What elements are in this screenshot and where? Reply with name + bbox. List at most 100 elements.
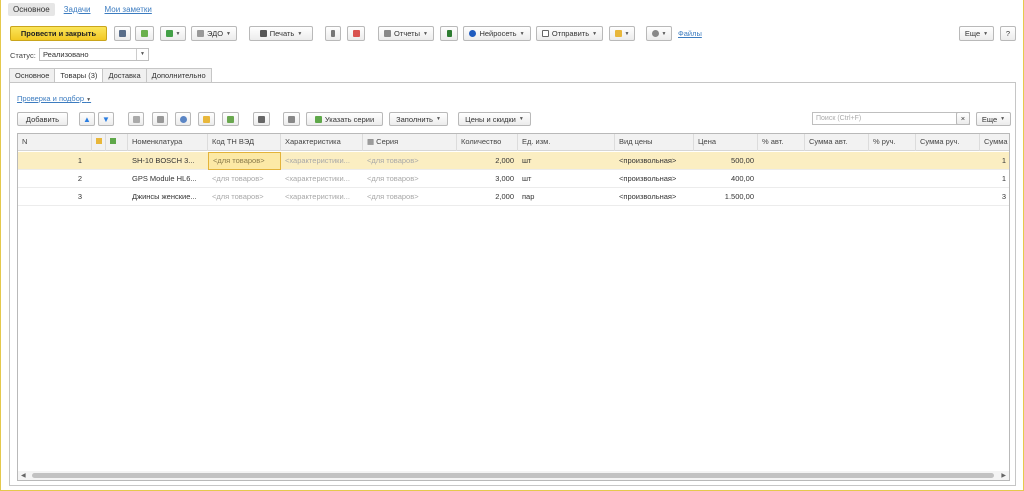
neuro-button[interactable]: Нейросеть ▼ xyxy=(463,26,531,41)
set-series-button[interactable]: Указать серии xyxy=(306,112,383,126)
goods-table[interactable]: N Номенклатура Код ТН ВЭД Характеристика… xyxy=(17,133,1010,481)
pick-goods-button[interactable] xyxy=(198,112,215,126)
move-up-button[interactable]: ▲ xyxy=(79,112,95,126)
nav-tab-main[interactable]: Основное xyxy=(8,2,55,16)
print-button[interactable]: Печать ▼ xyxy=(249,26,313,41)
cell-tnved[interactable]: <для товаров> xyxy=(208,188,281,206)
horizontal-scrollbar[interactable]: ◀ ▶ xyxy=(18,471,1009,480)
tab-delivery[interactable]: Доставка xyxy=(102,68,147,82)
run-button[interactable] xyxy=(440,26,458,41)
cell-characteristic[interactable]: <характеристики... xyxy=(281,188,363,206)
more-actions-button[interactable]: Еще ▼ xyxy=(959,26,994,41)
cell-unit[interactable]: шт xyxy=(518,170,615,188)
col-series[interactable]: ▦ Серия xyxy=(363,134,457,151)
fill-button[interactable]: Заполнить ▼ xyxy=(389,112,448,126)
cell-tnved[interactable]: <для товаров> xyxy=(208,170,281,188)
dt-kt-button[interactable] xyxy=(347,26,365,41)
col-manual-pct[interactable]: % руч. xyxy=(869,134,916,151)
table-row[interactable]: 1 SH-10 BOSCH 3... <для товаров> <характ… xyxy=(18,152,1009,170)
post-document-icon xyxy=(141,30,148,37)
send-button[interactable]: Отправить ▼ xyxy=(536,26,603,41)
scroll-left-icon[interactable]: ◀ xyxy=(21,472,26,479)
table-row[interactable]: 2 GPS Module HL6... <для товаров> <харак… xyxy=(18,170,1009,188)
save-button[interactable] xyxy=(114,26,131,41)
col-n[interactable]: N xyxy=(18,134,92,151)
print-label: Печать xyxy=(269,29,295,38)
help-button[interactable]: ? xyxy=(1000,26,1016,41)
col-item[interactable]: Номенклатура xyxy=(128,134,208,151)
cell-tnved[interactable]: <для товаров> xyxy=(208,152,281,170)
move-down-button[interactable]: ▼ xyxy=(98,112,114,126)
cell-item[interactable]: Джинсы женские... xyxy=(128,188,208,206)
cell-price-type[interactable]: <произвольная> xyxy=(615,152,694,170)
tab-additional[interactable]: Дополнительно xyxy=(145,68,212,82)
clear-search-button[interactable]: × xyxy=(956,112,970,125)
cell-price[interactable]: 500,00 xyxy=(694,152,758,170)
cell-sum[interactable]: 3 xyxy=(980,188,1009,206)
cell-quantity[interactable]: 2,000 xyxy=(457,152,518,170)
tasks-button[interactable]: ▼ xyxy=(609,26,635,41)
post-and-close-button[interactable]: Провести и закрыть xyxy=(10,26,107,41)
nav-tab-tasks[interactable]: Задачи xyxy=(59,3,96,16)
col-sum[interactable]: Сумма xyxy=(980,134,1009,151)
paste-rows-button[interactable] xyxy=(152,112,168,126)
cell-sum[interactable]: 1 xyxy=(980,152,1009,170)
cell-price-type[interactable]: <произвольная> xyxy=(615,170,694,188)
cell-sum[interactable]: 1 xyxy=(980,170,1009,188)
calculator-button[interactable] xyxy=(283,112,300,126)
prices-discounts-button[interactable]: Цены и скидки ▼ xyxy=(458,112,531,126)
reports-button[interactable]: Отчеты ▼ xyxy=(378,26,434,41)
table-row[interactable]: 3 Джинсы женские... <для товаров> <харак… xyxy=(18,188,1009,206)
post-button[interactable] xyxy=(135,26,154,41)
check-and-pick-link[interactable]: Проверка и подбор ▼ xyxy=(17,94,91,103)
chevron-down-icon: ▼ xyxy=(422,30,428,37)
cell-item[interactable]: SH-10 BOSCH 3... xyxy=(128,152,208,170)
col-quantity[interactable]: Количество xyxy=(457,134,518,151)
tab-goods[interactable]: Товары (3) xyxy=(54,68,104,83)
copy-rows-button[interactable] xyxy=(128,112,144,126)
col-price[interactable]: Цена xyxy=(694,134,758,151)
cell-price[interactable]: 400,00 xyxy=(694,170,758,188)
create-based-on-button[interactable]: ▼ xyxy=(160,26,186,41)
add-row-label: Добавить xyxy=(25,114,60,124)
cell-series[interactable]: <для товаров> xyxy=(363,188,457,206)
cell-price[interactable]: 1.500,00 xyxy=(694,188,758,206)
cell-characteristic[interactable]: <характеристики... xyxy=(281,152,363,170)
add-row-button[interactable]: Добавить xyxy=(17,112,68,126)
cell-item[interactable]: GPS Module HL6... xyxy=(128,170,208,188)
dt-kt-icon xyxy=(352,30,360,37)
goods-more-button[interactable]: Еще ▼ xyxy=(976,112,1011,126)
status-select[interactable]: Реализовано ▼ xyxy=(39,48,149,61)
load-from-file-button[interactable] xyxy=(253,112,270,126)
cell-quantity[interactable]: 2,000 xyxy=(457,188,518,206)
add-by-barcode-button[interactable] xyxy=(222,112,239,126)
cell-series[interactable]: <для товаров> xyxy=(363,170,457,188)
edo-button[interactable]: ЭДО ▼ xyxy=(191,26,237,41)
cell-series[interactable]: <для товаров> xyxy=(363,152,457,170)
cell-unit[interactable]: шт xyxy=(518,152,615,170)
col-manual-sum[interactable]: Сумма руч. xyxy=(916,134,980,151)
top-navigation: Основное Задачи Мои заметки xyxy=(8,2,157,16)
search-input[interactable]: Поиск (Ctrl+F) xyxy=(812,112,970,125)
structure-button[interactable] xyxy=(325,26,341,41)
scroll-right-icon[interactable]: ▶ xyxy=(1001,472,1006,479)
files-link[interactable]: Файлы xyxy=(678,29,702,38)
split-row-button[interactable] xyxy=(175,112,191,126)
col-auto-sum[interactable]: Сумма авт. xyxy=(805,134,869,151)
chevron-down-icon[interactable]: ▼ xyxy=(136,49,148,60)
col-unit[interactable]: Ед. изм. xyxy=(518,134,615,151)
cell-characteristic[interactable]: <характеристики... xyxy=(281,170,363,188)
cell-unit[interactable]: пар xyxy=(518,188,615,206)
cell-quantity[interactable]: 3,000 xyxy=(457,170,518,188)
tab-main[interactable]: Основное xyxy=(9,68,56,82)
col-tnved[interactable]: Код ТН ВЭД xyxy=(208,134,281,151)
document-window: Основное Задачи Мои заметки Провести и з… xyxy=(0,0,1024,491)
col-auto-pct[interactable]: % авт. xyxy=(758,134,805,151)
post-and-close-label: Провести и закрыть xyxy=(20,29,97,38)
attach-button[interactable]: ▼ xyxy=(646,26,672,41)
col-characteristic[interactable]: Характеристика xyxy=(281,134,363,151)
col-price-type[interactable]: Вид цены xyxy=(615,134,694,151)
scrollbar-thumb[interactable] xyxy=(32,473,994,478)
nav-tab-notes[interactable]: Мои заметки xyxy=(100,3,157,16)
cell-price-type[interactable]: <произвольная> xyxy=(615,188,694,206)
